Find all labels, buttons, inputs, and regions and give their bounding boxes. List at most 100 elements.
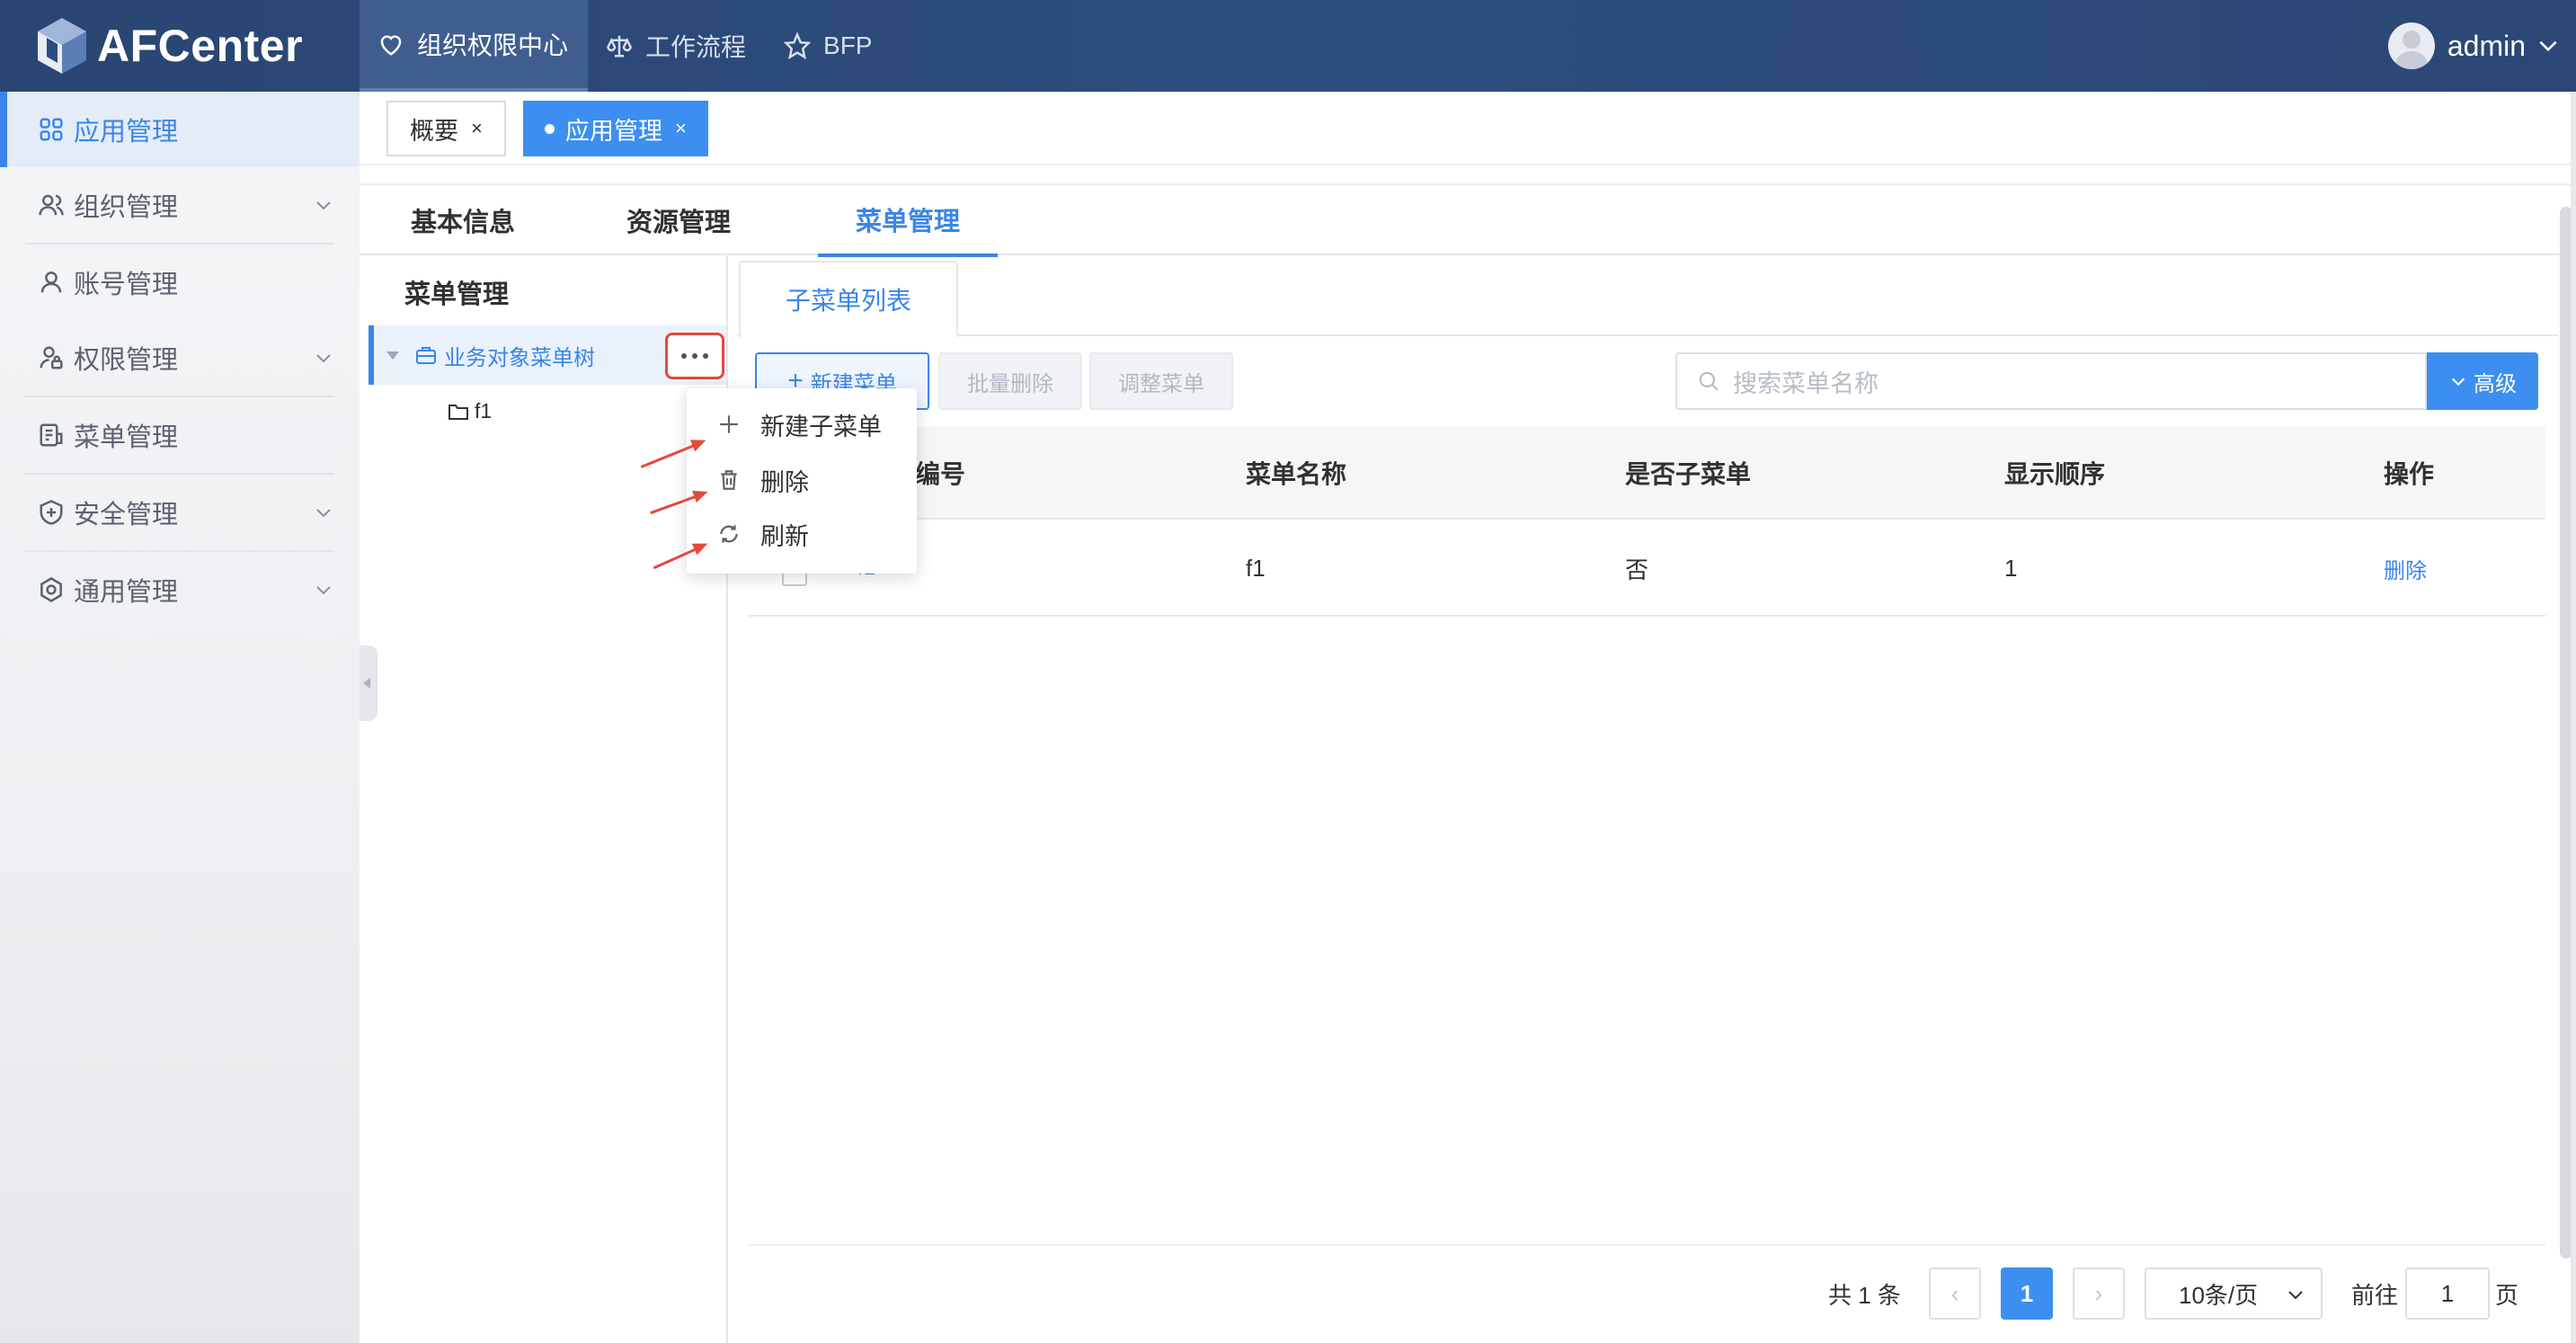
topnav-org-permission[interactable]: 组织权限中心 (360, 0, 589, 92)
sidebar-item-permission-management[interactable]: 权限管理 (0, 320, 360, 396)
more-actions-button[interactable] (665, 333, 724, 379)
search-placeholder: 搜索菜单名称 (1733, 369, 1879, 397)
menu-tree-panel: 菜单管理 业务对象菜单树 f1 (369, 255, 728, 1343)
column-header: 是否子菜单 (1625, 460, 1752, 488)
cell-is-sub: 否 (1625, 556, 1649, 583)
table-row: f1 f1 否 1 删除 (748, 520, 2545, 617)
menu-doc-icon (40, 423, 63, 447)
active-dot (545, 123, 555, 134)
tag-label: 概要 (410, 117, 458, 145)
prev-page-button[interactable]: ‹ (1929, 1267, 1981, 1320)
tab-resource-management[interactable]: 资源管理 (602, 185, 755, 255)
star-icon (784, 32, 812, 59)
sub-tabs: 子菜单列表 (737, 261, 2558, 338)
tag-label: 应用管理 (565, 117, 662, 145)
top-header: AFCenter 组织权限中心 工作流程 BFP admin (0, 0, 2576, 92)
scale-icon (607, 35, 632, 58)
content-tabs: 基本信息 资源管理 菜单管理 (360, 185, 2571, 257)
tab-submenu-list[interactable]: 子菜单列表 (739, 261, 958, 338)
table-header: 编号 菜单名称 是否子菜单 显示顺序 操作 (748, 426, 2545, 520)
topnav-label: 工作流程 (645, 33, 747, 61)
tree-node-label: 业务对象菜单树 (444, 345, 595, 370)
users-icon (39, 194, 64, 216)
menu-item-label: 刷新 (760, 522, 809, 550)
shield-plus-icon (40, 500, 63, 525)
trash-icon (721, 470, 737, 490)
sidebar-item-label: 账号管理 (74, 271, 179, 299)
batch-delete-button[interactable]: 批量删除 (938, 352, 1082, 410)
tree-node-label: f1 (475, 399, 493, 422)
caret-down-icon[interactable] (386, 351, 399, 360)
goto-suffix: 页 (2495, 1281, 2519, 1309)
user-name: admin (2447, 29, 2526, 62)
delete-link[interactable]: 删除 (2384, 520, 2427, 617)
chevron-down-icon (2451, 378, 2465, 387)
chevron-down-icon (316, 354, 331, 363)
divider (748, 1244, 2545, 1246)
column-header: 编号 (915, 460, 966, 488)
avatar (2387, 22, 2435, 69)
context-menu: 新建子菜单 删除 刷新 (687, 388, 917, 574)
column-header: 显示顺序 (2004, 460, 2106, 488)
close-icon[interactable]: × (675, 117, 687, 140)
sidebar: 应用管理 组织管理 账号管理 权限管理 菜单管理 安全管理 通用管理 (0, 92, 360, 1343)
page-size-value: 10条/页 (2179, 1281, 2259, 1309)
user-lock-icon (40, 346, 63, 369)
tag-app-management[interactable]: 应用管理 × (523, 101, 708, 156)
search-input[interactable]: 搜索菜单名称 (1675, 352, 2427, 410)
page-number-current[interactable]: 1 (2001, 1267, 2053, 1320)
sidebar-item-menu-management[interactable]: 菜单管理 (0, 397, 360, 473)
sidebar-item-label: 组织管理 (74, 193, 179, 222)
topnav-workflow[interactable]: 工作流程 (588, 0, 766, 92)
sidebar-item-label: 安全管理 (74, 501, 179, 529)
menu-item-label: 新建子菜单 (760, 413, 882, 440)
sidebar-item-label: 应用管理 (74, 118, 179, 147)
user-icon (40, 271, 62, 293)
column-header: 菜单名称 (1246, 460, 1347, 488)
user-menu[interactable]: admin (2387, 0, 2560, 92)
window-edge (2571, 92, 2576, 1343)
advanced-search-button[interactable]: 高级 (2427, 352, 2538, 410)
more-dot (692, 353, 697, 359)
chevron-down-icon (316, 201, 331, 210)
brand-cube-icon (38, 18, 86, 74)
more-dot (681, 353, 687, 359)
goto-page-input[interactable]: 1 (2405, 1267, 2490, 1320)
folder-icon (449, 404, 468, 420)
sidebar-item-org-management[interactable]: 组织管理 (0, 167, 360, 243)
next-page-button[interactable]: › (2073, 1267, 2125, 1320)
more-dot (703, 353, 708, 359)
search-icon (1699, 371, 1719, 391)
menu-item-refresh[interactable]: 刷新 (687, 507, 917, 561)
sidebar-item-app-management[interactable]: 应用管理 (0, 92, 360, 167)
close-icon[interactable]: × (471, 117, 483, 140)
top-navigation: 组织权限中心 工作流程 BFP (360, 0, 893, 92)
tree-node-child[interactable]: f1 (448, 399, 492, 423)
page-size-select[interactable]: 10条/页 (2145, 1267, 2323, 1320)
grid-icon (40, 118, 63, 141)
tab-basic-info[interactable]: 基本信息 (386, 185, 539, 255)
adjust-menu-button[interactable]: 调整菜单 (1089, 352, 1233, 410)
sidebar-item-account-management[interactable]: 账号管理 (0, 245, 360, 320)
tab-menu-management[interactable]: 菜单管理 (818, 185, 998, 257)
topnav-label: BFP (823, 31, 873, 59)
sidebar-item-general-management[interactable]: 通用管理 (0, 552, 360, 627)
cell-name: f1 (1246, 554, 1266, 582)
chevron-down-icon (2288, 1291, 2303, 1300)
sidebar-item-label: 权限管理 (74, 346, 179, 375)
briefcase-icon (416, 347, 436, 364)
brand-logo[interactable]: AFCenter (36, 16, 303, 76)
sidebar-item-label: 菜单管理 (74, 423, 179, 452)
chevron-down-icon (316, 586, 331, 595)
cell-order: 1 (2004, 554, 2018, 582)
tag-overview[interactable]: 概要 × (386, 101, 506, 156)
brand-name: AFCenter (97, 21, 304, 71)
sidebar-item-security-management[interactable]: 安全管理 (0, 475, 360, 550)
settings-icon (40, 577, 62, 602)
menu-item-new-submenu[interactable]: 新建子菜单 (687, 397, 917, 451)
topnav-bfp[interactable]: BFP (766, 0, 892, 92)
button-label: 高级 (2474, 371, 2517, 396)
sidebar-item-label: 通用管理 (74, 578, 179, 607)
menu-item-delete[interactable]: 删除 (687, 453, 917, 507)
pagination-total: 共 1 条 (1828, 1281, 1901, 1309)
